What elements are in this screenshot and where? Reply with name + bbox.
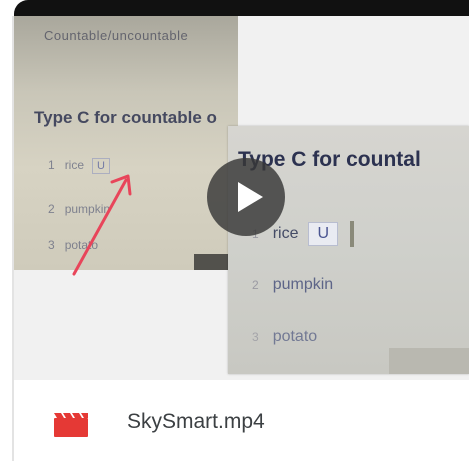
text-cursor-mark	[350, 221, 355, 247]
video-attachment-card[interactable]: Countable/uncountable Type C for countab…	[0, 0, 469, 461]
worksheet-row: 3 potato	[252, 328, 317, 346]
row-word: potato	[272, 328, 318, 345]
worksheet-top-text: Countable/uncountable	[44, 28, 189, 43]
photo-bottom-strip	[389, 348, 469, 374]
row-word: pumpkin	[272, 276, 334, 293]
row-number: 3	[48, 238, 55, 252]
red-arrow-icon	[72, 174, 132, 276]
video-thumbnail[interactable]: Countable/uncountable Type C for countab…	[14, 16, 469, 380]
video-file-icon	[54, 413, 88, 437]
row-number: 2	[252, 278, 259, 292]
file-info-bar[interactable]: SkySmart.mp4	[14, 380, 469, 461]
row-number: 1	[48, 158, 55, 172]
card-top-edge	[14, 0, 469, 16]
row-number: 3	[252, 330, 259, 344]
row-number: 2	[48, 202, 55, 216]
play-button[interactable]	[207, 158, 285, 236]
file-name[interactable]: SkySmart.mp4	[127, 410, 265, 434]
play-icon	[238, 182, 263, 212]
worksheet-heading: Type C for countable o	[34, 108, 217, 127]
row-answer: U	[308, 222, 339, 247]
worksheet-row: 2 pumpkin	[252, 276, 333, 294]
